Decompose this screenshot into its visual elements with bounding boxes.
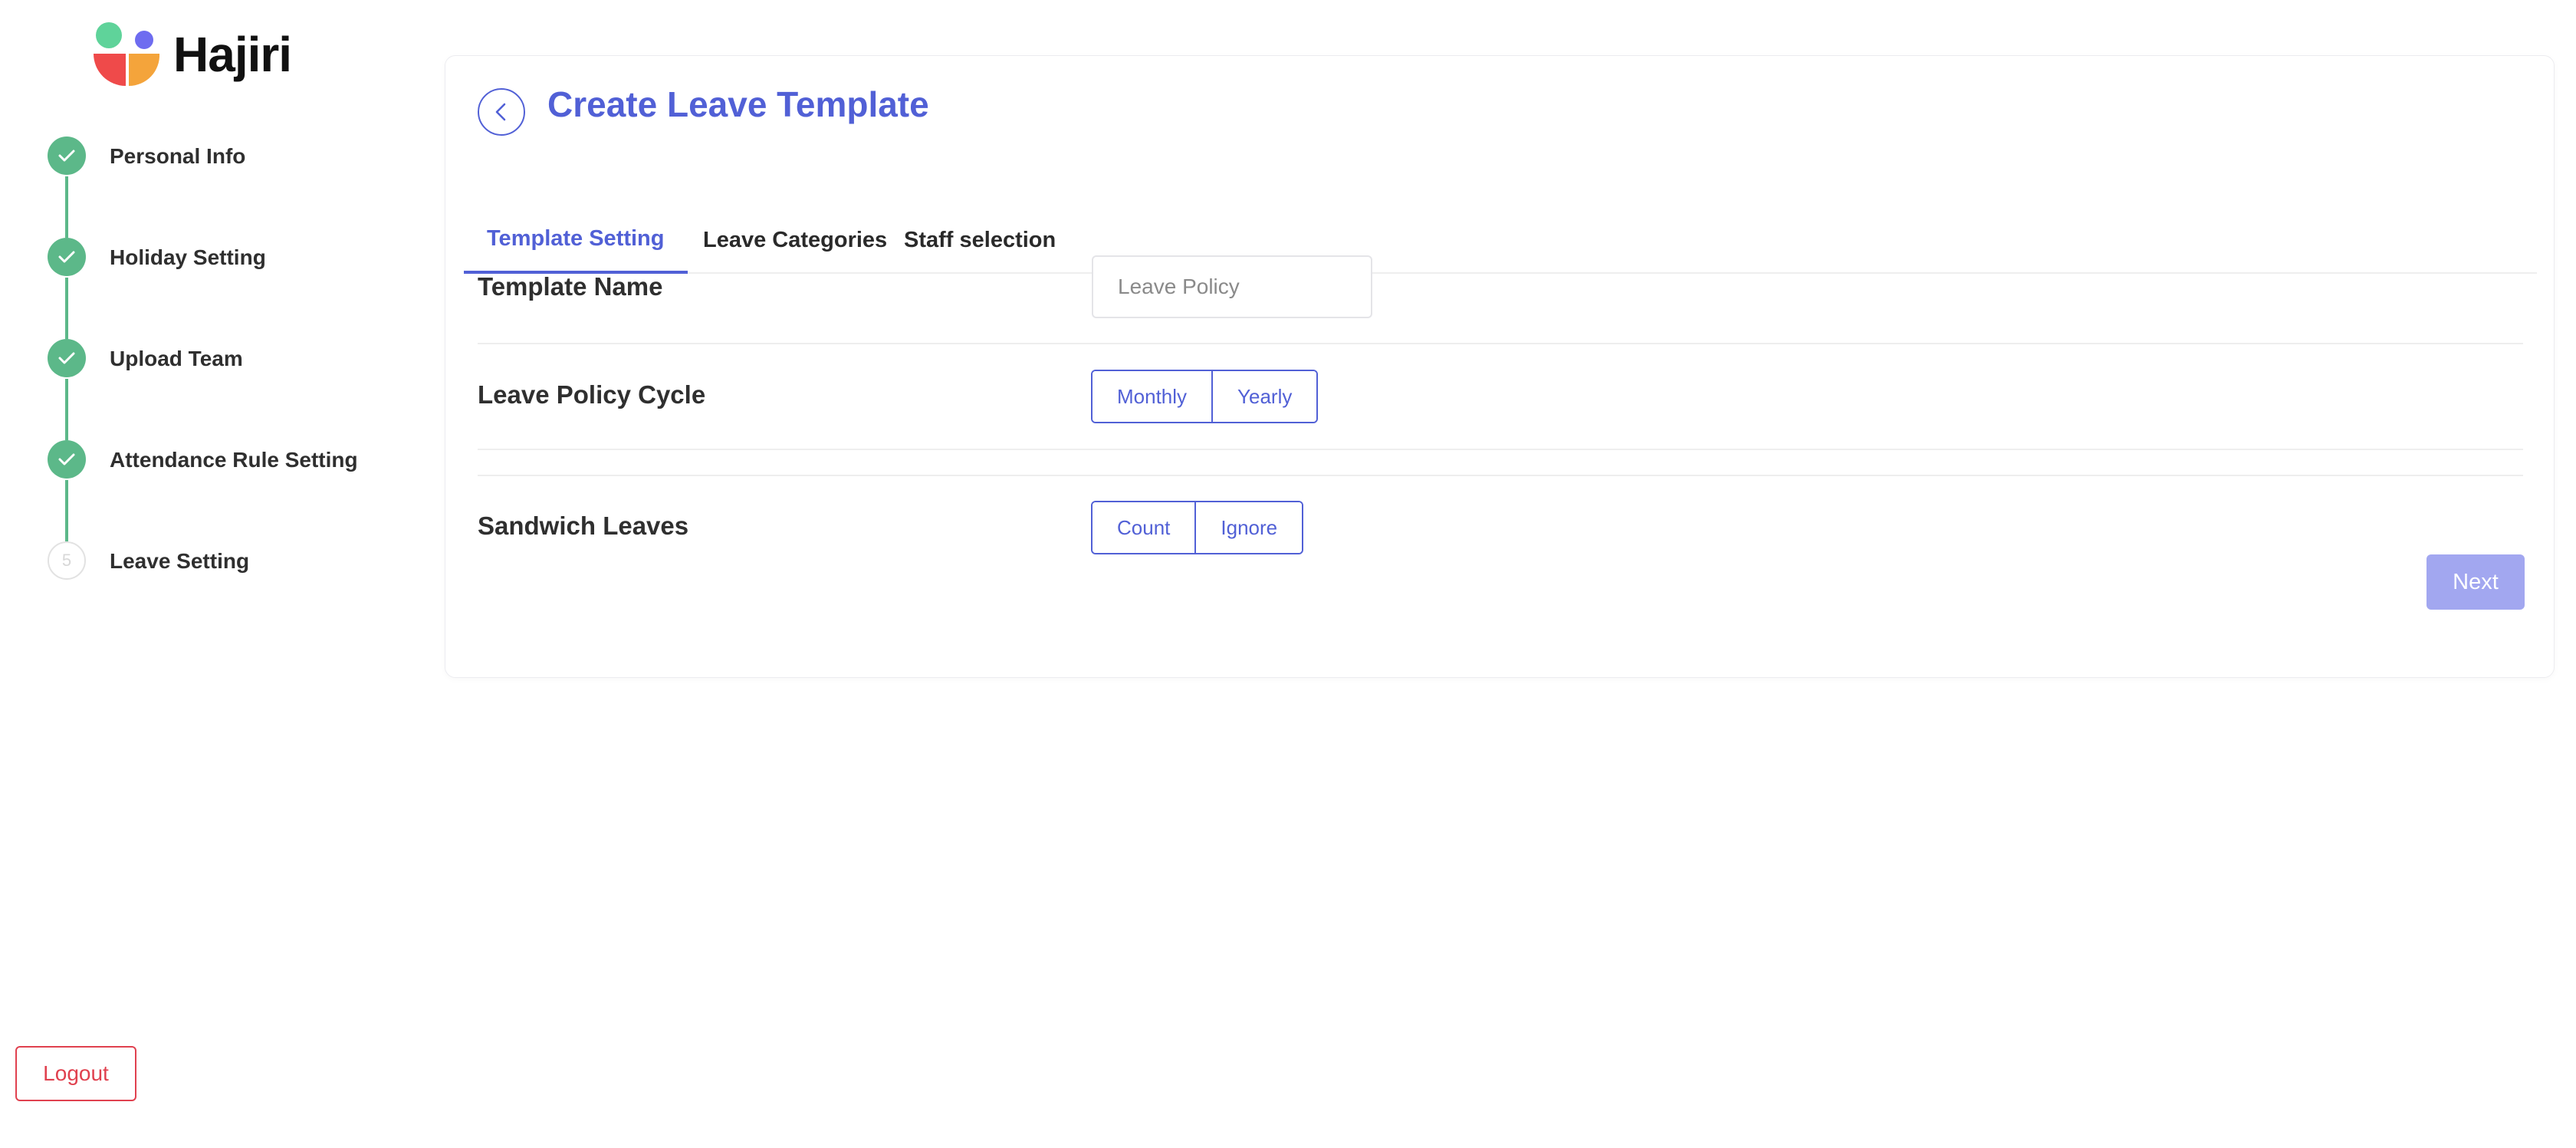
leave-policy-cycle-label: Leave Policy Cycle bbox=[478, 380, 706, 409]
step-label: Leave Setting bbox=[110, 549, 250, 573]
chevron-left-icon bbox=[495, 103, 506, 121]
step-number-badge: 5 bbox=[48, 541, 86, 580]
setup-steps: Personal Info Holiday Setting Upload Tea… bbox=[46, 137, 414, 643]
template-name-input[interactable] bbox=[1092, 255, 1372, 318]
leave-template-card: Create Leave Template Template Setting L… bbox=[445, 55, 2555, 678]
logout-button[interactable]: Logout bbox=[15, 1046, 136, 1101]
step-connector bbox=[65, 379, 68, 440]
tab-template-setting[interactable]: Template Setting bbox=[464, 206, 688, 274]
step-label: Personal Info bbox=[110, 144, 246, 168]
ignore-option-button[interactable]: Ignore bbox=[1194, 502, 1303, 553]
tab-leave-categories[interactable]: Leave Categories bbox=[680, 206, 910, 274]
step-upload-team[interactable]: Upload Team bbox=[46, 339, 414, 440]
step-complete-check-icon bbox=[48, 137, 86, 175]
step-label: Holiday Setting bbox=[110, 245, 266, 269]
tab-staff-selection[interactable]: Staff selection bbox=[881, 206, 1079, 274]
step-leave-setting[interactable]: 5 Leave Setting bbox=[46, 541, 414, 643]
hajiri-logo: Hajiri bbox=[92, 21, 322, 90]
sandwich-leaves-toggle: Count Ignore bbox=[1091, 501, 1304, 554]
step-complete-check-icon bbox=[48, 238, 86, 276]
step-personal-info[interactable]: Personal Info bbox=[46, 137, 414, 238]
hajiri-logo-icon bbox=[94, 22, 160, 87]
yearly-option-button[interactable]: Yearly bbox=[1211, 371, 1317, 422]
step-holiday-setting[interactable]: Holiday Setting bbox=[46, 238, 414, 339]
step-label: Upload Team bbox=[110, 347, 243, 370]
divider bbox=[478, 475, 2523, 476]
sandwich-leaves-label: Sandwich Leaves bbox=[478, 512, 689, 540]
leave-policy-cycle-toggle: Monthly Yearly bbox=[1091, 370, 1319, 423]
step-attendance-rule-setting[interactable]: Attendance Rule Setting bbox=[46, 440, 414, 541]
back-button[interactable] bbox=[478, 88, 525, 136]
divider bbox=[478, 343, 2523, 344]
template-tabs: Template Setting Leave Categories Staff … bbox=[464, 206, 2537, 274]
sidebar: Hajiri Personal Info Holiday Setting Upl… bbox=[0, 0, 429, 1148]
step-label: Attendance Rule Setting bbox=[110, 448, 358, 472]
page-title: Create Leave Template bbox=[547, 84, 929, 124]
monthly-option-button[interactable]: Monthly bbox=[1092, 371, 1212, 422]
step-connector bbox=[65, 278, 68, 339]
logo-wordmark: Hajiri bbox=[173, 27, 292, 82]
step-connector bbox=[65, 176, 68, 238]
next-button[interactable]: Next bbox=[2426, 554, 2525, 610]
divider bbox=[478, 449, 2523, 450]
template-name-label: Template Name bbox=[478, 272, 663, 301]
step-complete-check-icon bbox=[48, 440, 86, 479]
step-complete-check-icon bbox=[48, 339, 86, 377]
step-connector bbox=[65, 480, 68, 541]
count-option-button[interactable]: Count bbox=[1092, 502, 1195, 553]
